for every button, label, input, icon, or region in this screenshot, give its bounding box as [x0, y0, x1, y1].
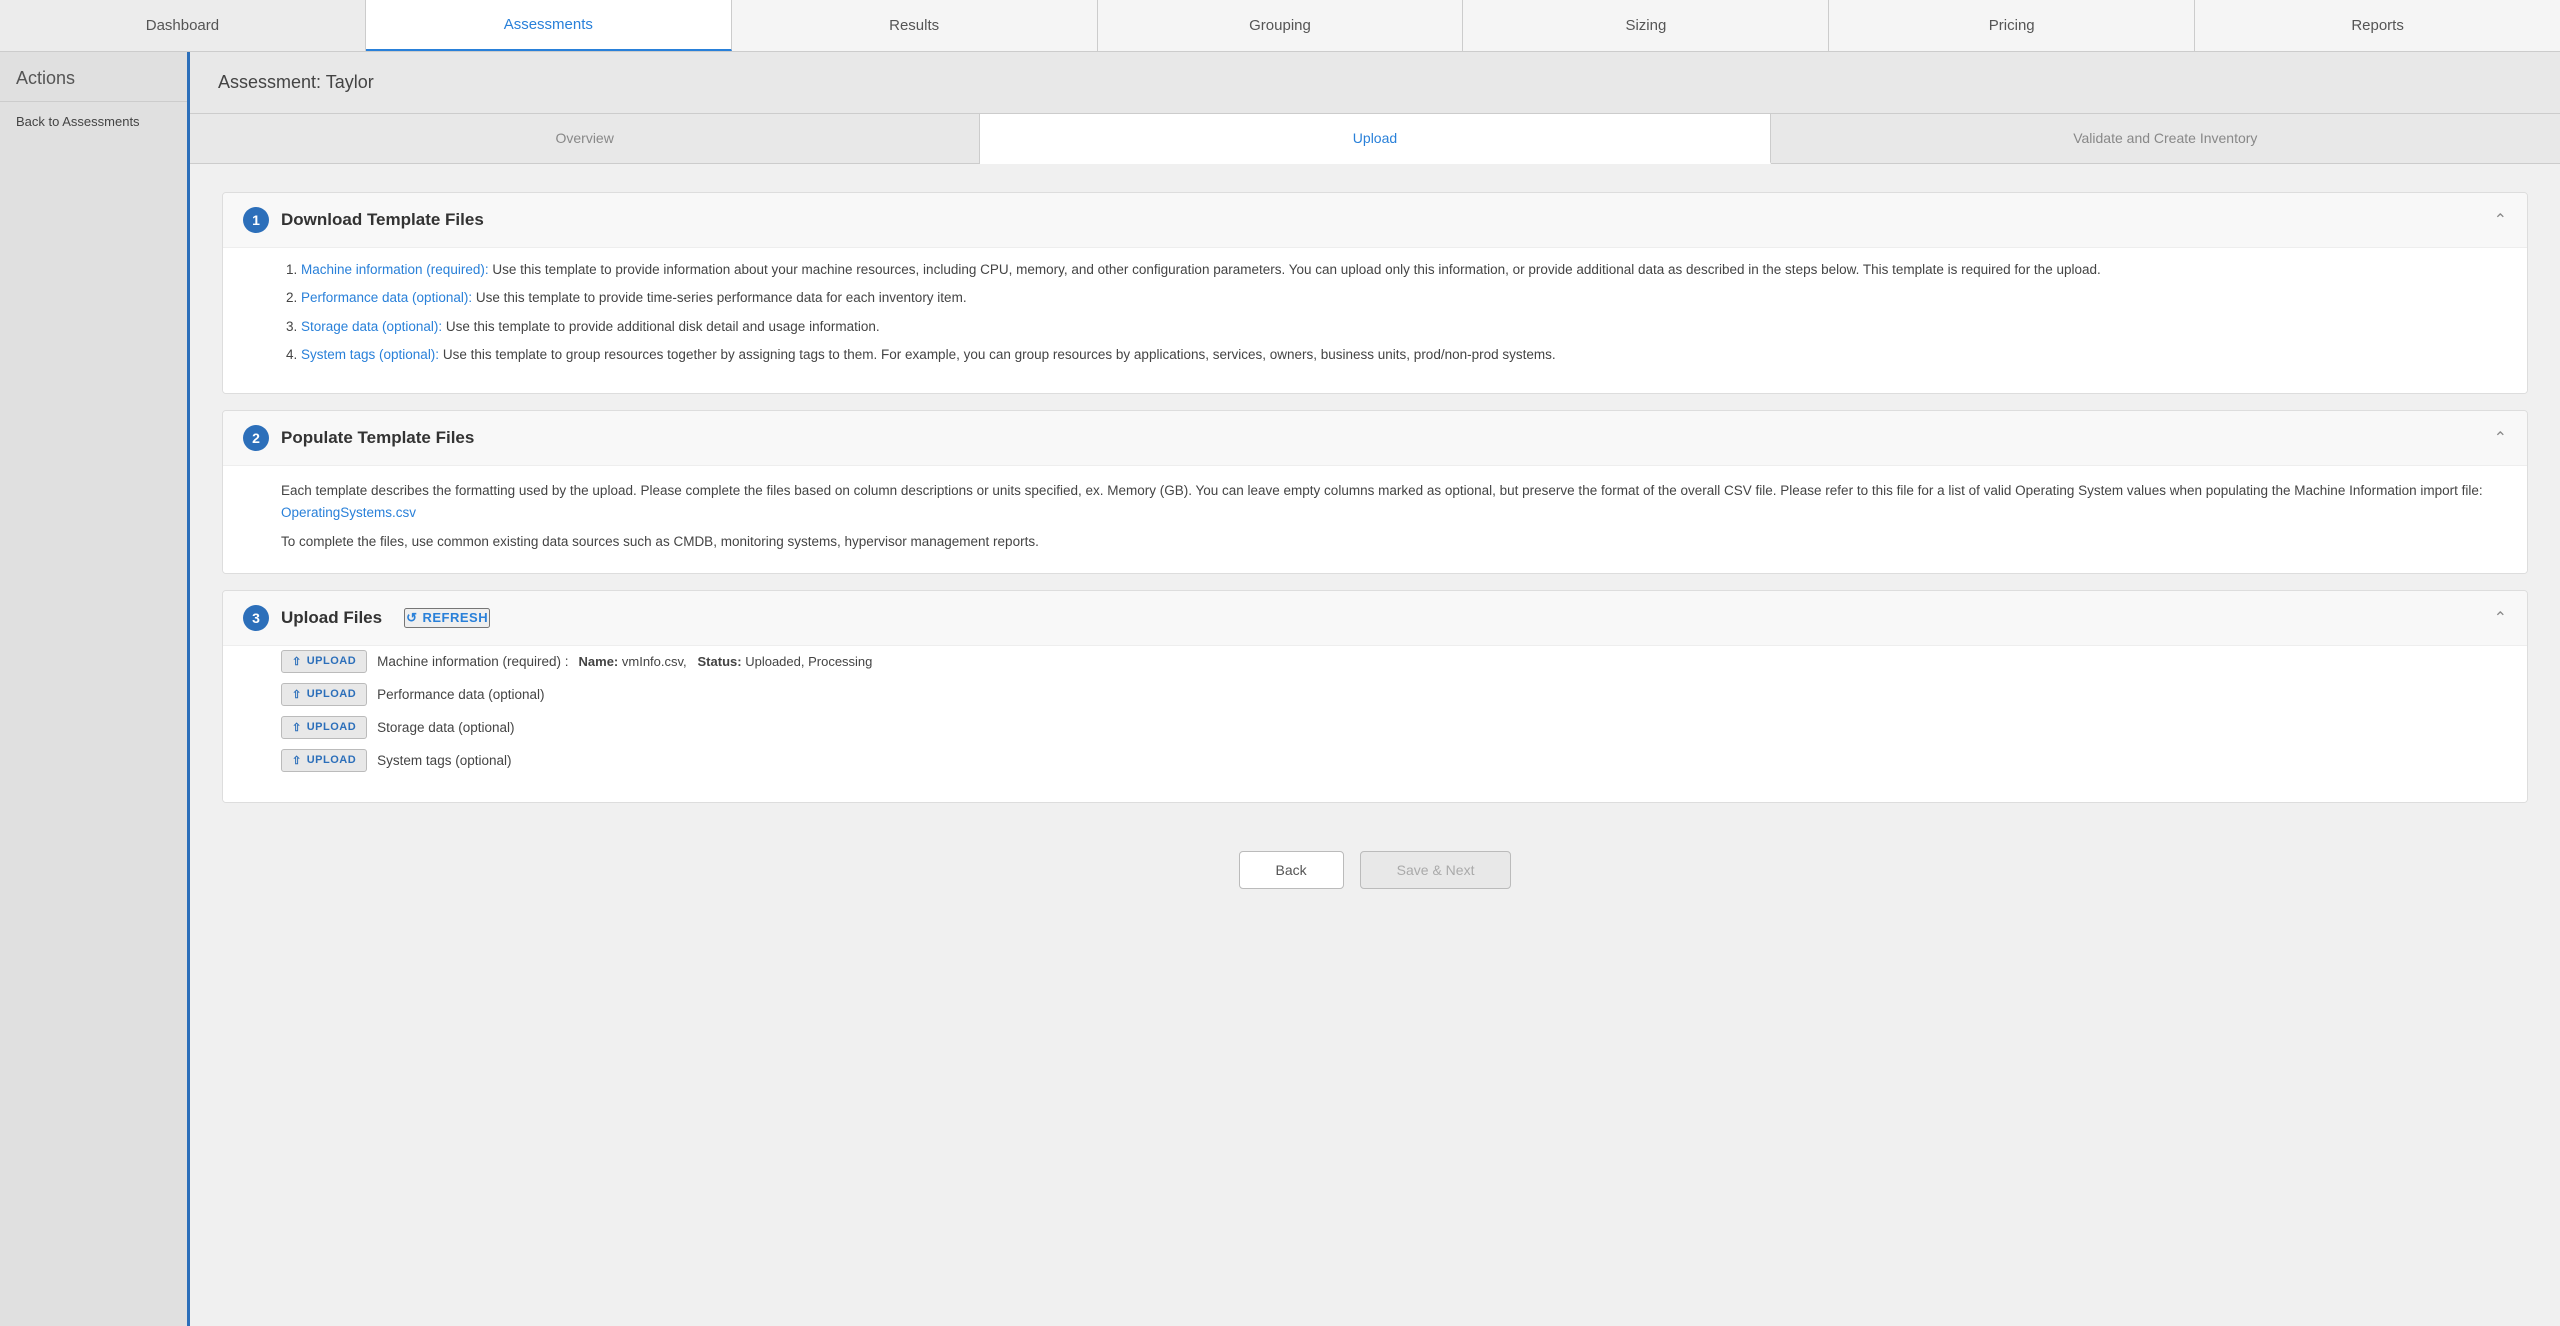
section-populate-header[interactable]: 2 Populate Template Files ⌃	[223, 411, 2527, 465]
list-item: Performance data (optional): Use this te…	[301, 288, 2507, 308]
upload-row-tags: ⇧ UPLOAD System tags (optional)	[281, 749, 2507, 772]
upload-icon-performance: ⇧	[292, 688, 302, 701]
sub-tab-validate[interactable]: Validate and Create Inventory	[1771, 114, 2560, 163]
section-1-number: 1	[243, 207, 269, 233]
operating-systems-link[interactable]: OperatingSystems.csv	[281, 505, 416, 520]
tab-assessments[interactable]: Assessments	[366, 0, 732, 51]
panel-content: 1 Download Template Files ⌃ Machine info…	[190, 164, 2560, 937]
save-next-button: Save & Next	[1360, 851, 1512, 889]
section-1-body: Machine information (required): Use this…	[223, 247, 2527, 393]
machine-info-desc: Use this template to provide information…	[489, 262, 2101, 277]
back-to-assessments-link[interactable]: Back to Assessments	[0, 102, 187, 141]
upload-icon-machine: ⇧	[292, 655, 302, 668]
section-populate: 2 Populate Template Files ⌃ Each templat…	[222, 410, 2528, 574]
upload-btn-label-tags: UPLOAD	[307, 754, 356, 766]
list-item: Machine information (required): Use this…	[301, 260, 2507, 280]
tab-results[interactable]: Results	[732, 0, 1098, 51]
sub-tab-upload[interactable]: Upload	[980, 114, 1770, 164]
upload-label-performance: Performance data (optional)	[377, 687, 544, 702]
content-area: Assessment: Taylor Overview Upload Valid…	[190, 52, 2560, 1326]
section-2-chevron: ⌃	[2494, 428, 2507, 448]
section-upload: 3 Upload Files ↺ REFRESH ⌃ ⇧ UP	[222, 590, 2528, 803]
section-2-number: 2	[243, 425, 269, 451]
refresh-label: REFRESH	[422, 610, 488, 625]
section-upload-header[interactable]: 3 Upload Files ↺ REFRESH ⌃	[223, 591, 2527, 645]
section-2-title: Populate Template Files	[281, 428, 474, 448]
tab-dashboard[interactable]: Dashboard	[0, 0, 366, 51]
upload-btn-tags[interactable]: ⇧ UPLOAD	[281, 749, 367, 772]
section-2-body: Each template describes the formatting u…	[223, 465, 2527, 573]
section-download: 1 Download Template Files ⌃ Machine info…	[222, 192, 2528, 394]
machine-info-link[interactable]: Machine information (required):	[301, 262, 489, 277]
upload-icon-storage: ⇧	[292, 721, 302, 734]
upload-btn-label-performance: UPLOAD	[307, 688, 356, 700]
upload-btn-label-storage: UPLOAD	[307, 721, 356, 733]
tab-grouping[interactable]: Grouping	[1098, 0, 1464, 51]
upload-btn-storage[interactable]: ⇧ UPLOAD	[281, 716, 367, 739]
actions-header: Actions	[0, 52, 187, 102]
upload-row-storage: ⇧ UPLOAD Storage data (optional)	[281, 716, 2507, 739]
upload-btn-label-machine: UPLOAD	[307, 655, 356, 667]
section-download-header[interactable]: 1 Download Template Files ⌃	[223, 193, 2527, 247]
section-1-title: Download Template Files	[281, 210, 484, 230]
system-tags-link[interactable]: System tags (optional):	[301, 347, 439, 362]
storage-data-desc: Use this template to provide additional …	[442, 319, 880, 334]
section-3-number: 3	[243, 605, 269, 631]
bottom-bar: Back Save & Next	[222, 819, 2528, 909]
assessment-title: Assessment: Taylor	[190, 52, 2560, 114]
upload-btn-machine[interactable]: ⇧ UPLOAD	[281, 650, 367, 673]
system-tags-desc: Use this template to group resources tog…	[439, 347, 1556, 362]
populate-para1: Each template describes the formatting u…	[281, 480, 2507, 523]
upload-name-label: Name: vmInfo.csv, Status: Uploaded, Proc…	[579, 654, 873, 669]
upload-label-machine: Machine information (required) :	[377, 654, 568, 669]
list-item: System tags (optional): Use this templat…	[301, 345, 2507, 365]
sub-tab-overview[interactable]: Overview	[190, 114, 980, 163]
refresh-button[interactable]: ↺ REFRESH	[404, 608, 490, 628]
section-3-title: Upload Files	[281, 608, 382, 628]
top-nav: Dashboard Assessments Results Grouping S…	[0, 0, 2560, 52]
tab-reports[interactable]: Reports	[2195, 0, 2560, 51]
refresh-icon: ↺	[406, 610, 417, 626]
tab-pricing[interactable]: Pricing	[1829, 0, 2195, 51]
sidebar: Actions Back to Assessments	[0, 52, 190, 1326]
download-list: Machine information (required): Use this…	[281, 260, 2507, 365]
performance-data-desc: Use this template to provide time-series…	[472, 290, 966, 305]
upload-label-tags: System tags (optional)	[377, 753, 511, 768]
upload-icon-tags: ⇧	[292, 754, 302, 767]
back-button[interactable]: Back	[1239, 851, 1344, 889]
section-3-body: ⇧ UPLOAD Machine information (required) …	[223, 645, 2527, 802]
upload-row-performance: ⇧ UPLOAD Performance data (optional)	[281, 683, 2507, 706]
sub-tabs: Overview Upload Validate and Create Inve…	[190, 114, 2560, 164]
section-1-chevron: ⌃	[2494, 210, 2507, 230]
section-3-chevron: ⌃	[2494, 608, 2507, 628]
upload-label-storage: Storage data (optional)	[377, 720, 514, 735]
list-item: Storage data (optional): Use this templa…	[301, 317, 2507, 337]
performance-data-link[interactable]: Performance data (optional):	[301, 290, 472, 305]
populate-para2: To complete the files, use common existi…	[281, 531, 2507, 553]
upload-row-machine: ⇧ UPLOAD Machine information (required) …	[281, 650, 2507, 673]
upload-btn-performance[interactable]: ⇧ UPLOAD	[281, 683, 367, 706]
storage-data-link[interactable]: Storage data (optional):	[301, 319, 442, 334]
tab-sizing[interactable]: Sizing	[1463, 0, 1829, 51]
